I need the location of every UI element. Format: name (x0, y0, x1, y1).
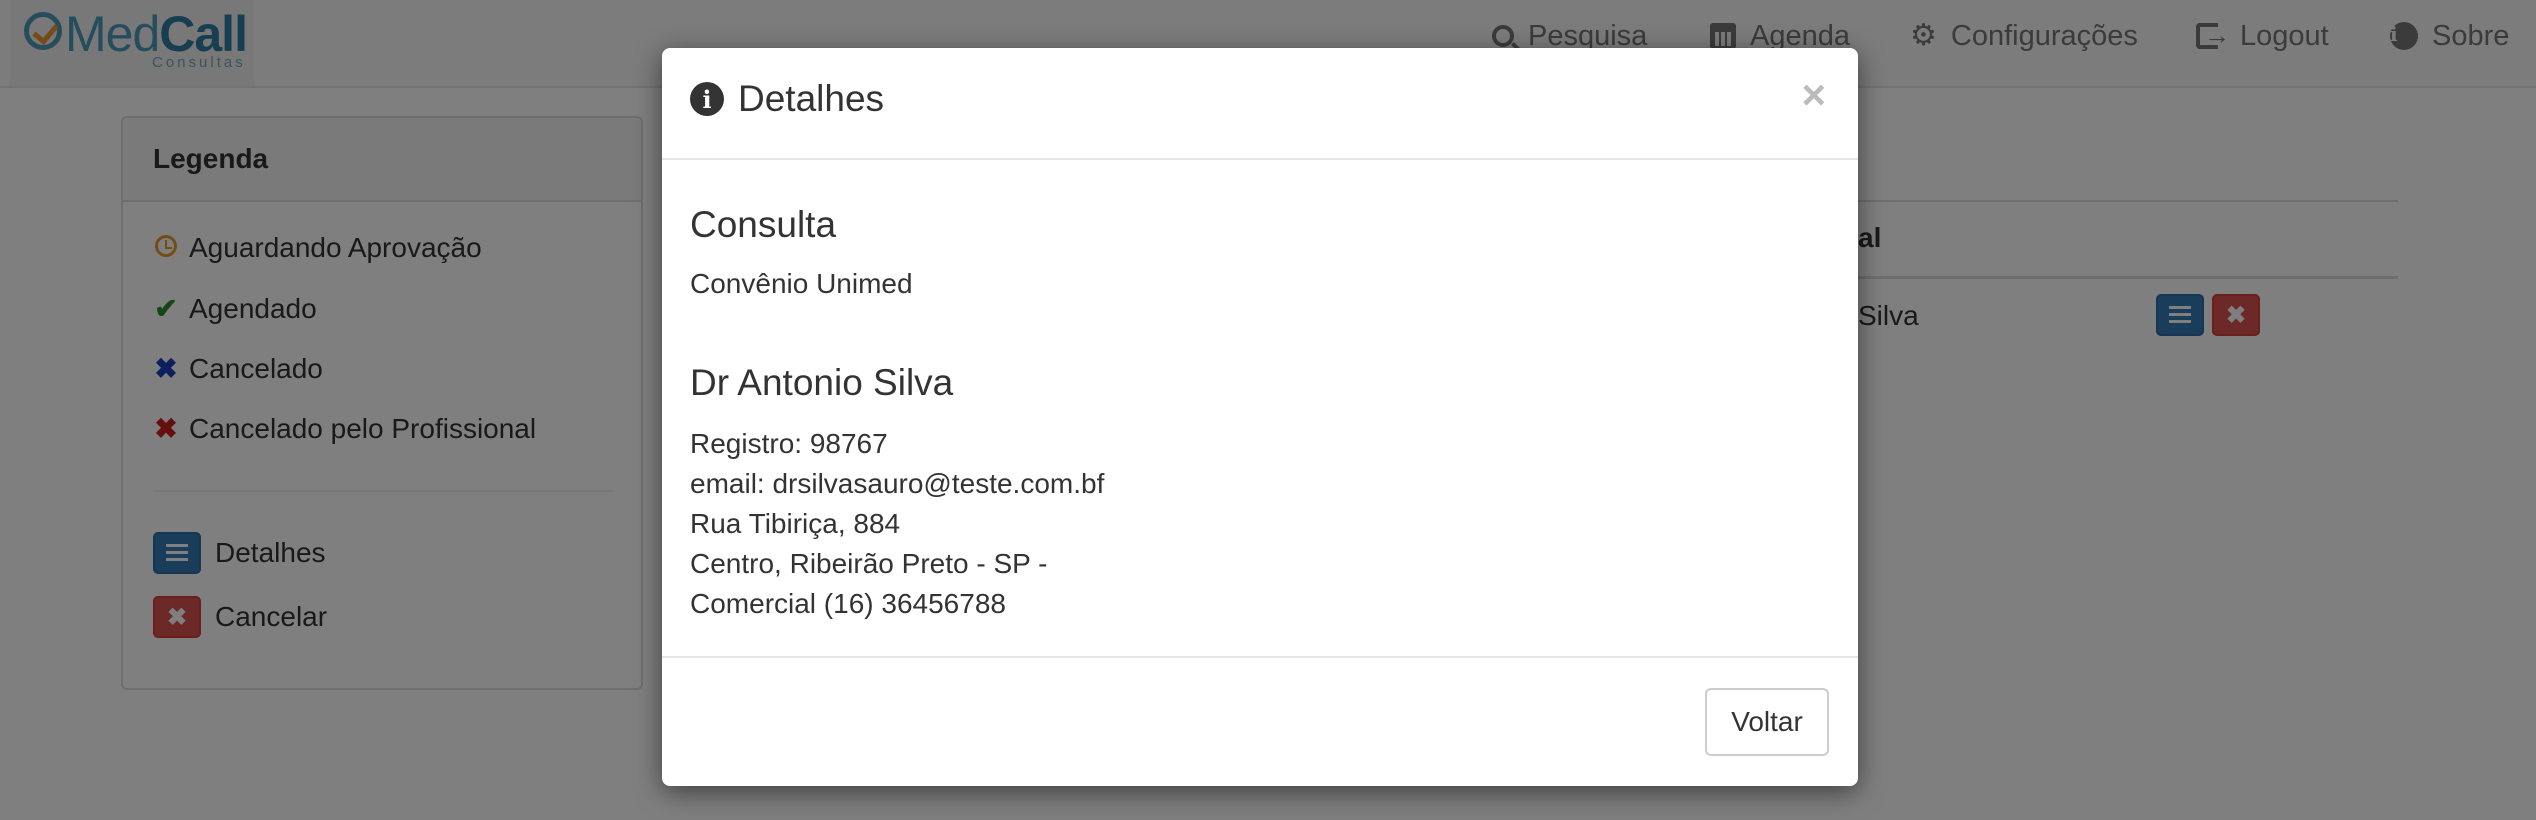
doctor-name: Dr Antonio Silva (690, 362, 954, 403)
modal-title: i Detalhes (690, 78, 884, 120)
doctor-email: email: drsilvasauro@teste.com.bf (690, 468, 1105, 499)
doctor-phone: Comercial (16) 36456788 (690, 588, 1006, 619)
modal-header: i Detalhes × (662, 48, 1858, 160)
back-button[interactable]: Voltar (1705, 688, 1829, 756)
convenio-text: Convênio Unimed (690, 268, 913, 299)
modal-title-text: Detalhes (738, 78, 885, 119)
doctor-registro: Registro: 98767 (690, 428, 888, 459)
consulta-heading: Consulta (690, 204, 837, 245)
doctor-address-line2: Centro, Ribeirão Preto - SP - (690, 548, 1048, 579)
doctor-address-line1: Rua Tibiriça, 884 (690, 508, 901, 539)
details-modal: i Detalhes × Consulta Convênio Unimed Dr… (662, 48, 1858, 786)
close-button[interactable]: × (1801, 74, 1826, 116)
info-icon: i (690, 82, 724, 116)
modal-footer-divider (662, 656, 1858, 658)
